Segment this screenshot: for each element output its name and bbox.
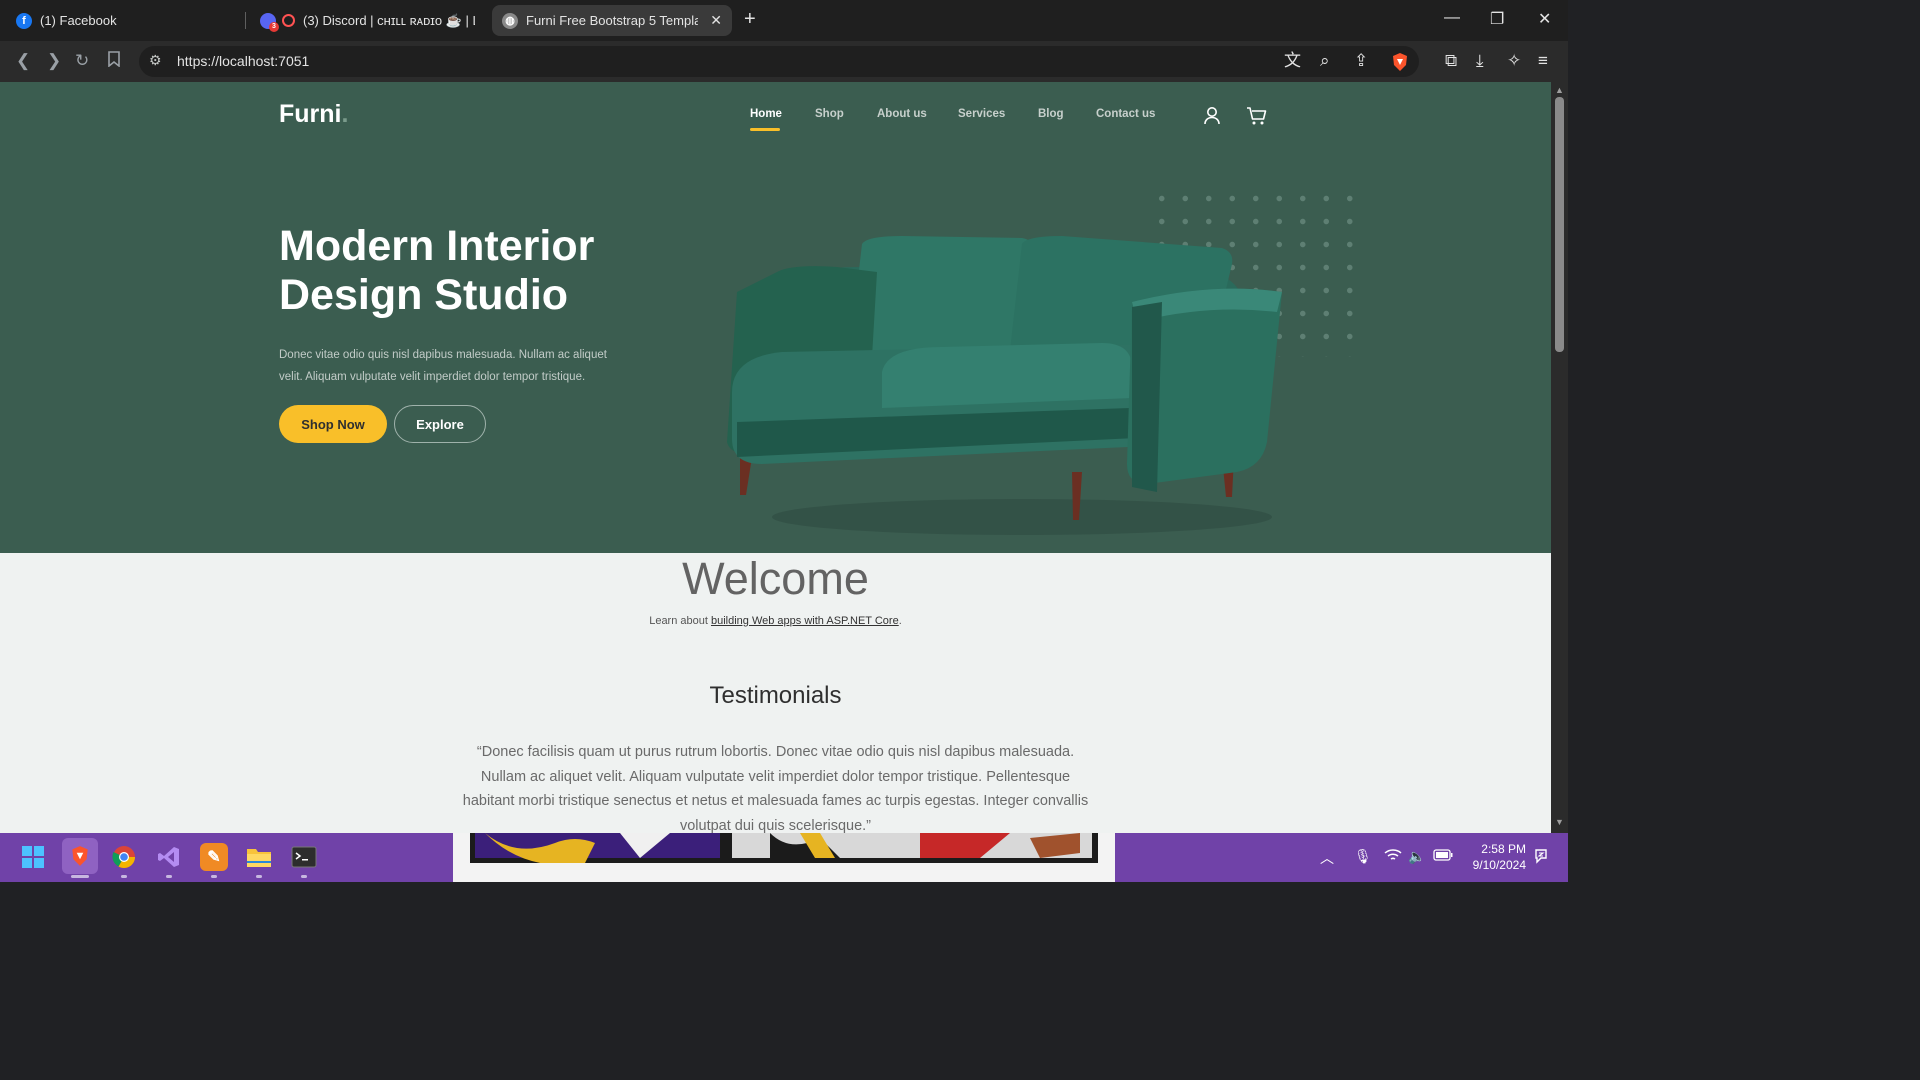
brave-icon[interactable] xyxy=(62,838,98,874)
taskbar-thumbnail-preview xyxy=(453,833,1115,882)
new-tab-button[interactable]: + xyxy=(744,8,756,31)
app-indicator xyxy=(256,875,262,878)
nav-about[interactable]: About us xyxy=(877,108,927,120)
volume-icon[interactable]: 🔈 xyxy=(1408,848,1425,865)
site-settings-icon[interactable]: ⚙ xyxy=(149,52,162,69)
testimonial-quote: “Donec facilisis quam ut purus rutrum lo… xyxy=(462,744,1089,833)
show-hidden-icons-icon[interactable]: ︿ xyxy=(1320,848,1334,868)
page-scrollbar[interactable]: ▲ ▼ xyxy=(1551,82,1568,833)
tab-title: (1) Facebook xyxy=(40,13,117,28)
pdf-app-icon[interactable]: ✎ xyxy=(200,843,228,871)
tab-divider xyxy=(245,12,246,29)
notifications-icon[interactable] xyxy=(1533,848,1549,867)
discord-icon: 3 xyxy=(260,12,279,32)
scrollbar-thumb[interactable] xyxy=(1555,97,1564,352)
windows-start-icon[interactable] xyxy=(19,843,47,871)
bookmark-icon[interactable] xyxy=(107,51,121,72)
microphone-icon[interactable]: 🎙 xyxy=(1354,848,1372,865)
visual-studio-icon[interactable] xyxy=(155,843,183,871)
nav-blog[interactable]: Blog xyxy=(1038,108,1064,120)
active-app-indicator xyxy=(71,875,89,878)
brave-shields-icon[interactable] xyxy=(1391,52,1409,77)
scroll-down-icon[interactable]: ▼ xyxy=(1555,817,1564,827)
menu-icon[interactable]: ≡ xyxy=(1538,51,1548,71)
share-icon[interactable]: ⇪ xyxy=(1354,51,1368,71)
minimize-button[interactable]: — xyxy=(1444,9,1460,27)
shop-now-button[interactable]: Shop Now xyxy=(279,405,387,443)
welcome-heading: Welcome xyxy=(682,553,869,604)
preview-artwork xyxy=(470,833,1098,863)
sofa-image xyxy=(727,236,1282,535)
zoom-icon[interactable]: ⌕ xyxy=(1320,51,1330,71)
leo-ai-icon[interactable]: ✧ xyxy=(1507,51,1521,71)
user-icon[interactable] xyxy=(1203,106,1223,126)
close-tab-icon[interactable]: ✕ xyxy=(710,12,722,29)
restore-button[interactable]: ❐ xyxy=(1490,9,1504,29)
nav-shop[interactable]: Shop xyxy=(815,108,844,120)
browser-tab-strip: f (1) Facebook 3 (3) Discord | ᴄʜɪʟʟ ʀᴀᴅ… xyxy=(0,0,1568,41)
nav-contact[interactable]: Contact us xyxy=(1096,108,1155,120)
chrome-icon[interactable] xyxy=(110,843,138,871)
back-icon[interactable]: ❮ xyxy=(16,51,30,71)
facebook-icon: f xyxy=(16,12,32,29)
app-indicator xyxy=(301,875,307,878)
testimonials-heading: Testimonials xyxy=(709,682,842,709)
active-nav-indicator xyxy=(750,128,780,131)
terminal-icon[interactable] xyxy=(290,843,318,871)
file-explorer-icon[interactable] xyxy=(245,843,273,871)
clock-date: 9/10/2024 xyxy=(1472,858,1526,872)
address-bar[interactable]: ⚙ https://localhost:7051 xyxy=(139,46,1419,77)
scroll-up-icon[interactable]: ▲ xyxy=(1555,85,1564,95)
app-indicator xyxy=(166,875,172,878)
tab-discord[interactable]: 3 (3) Discord | ᴄʜɪʟʟ ʀᴀᴅɪᴏ ☕ | Lig xyxy=(250,5,485,36)
learn-about-text: Learn about building Web apps with ASP.N… xyxy=(649,615,902,627)
close-window-button[interactable]: ✕ xyxy=(1538,9,1551,29)
tab-facebook[interactable]: f (1) Facebook xyxy=(6,5,236,36)
aspnet-core-link[interactable]: building Web apps with ASP.NET Core xyxy=(711,615,899,627)
cart-icon[interactable] xyxy=(1246,106,1267,126)
translate-icon[interactable]: 文 xyxy=(1284,51,1301,71)
app-indicator xyxy=(121,875,127,878)
hero-title: Modern Interior Design Studio xyxy=(279,222,595,319)
globe-icon: ◍ xyxy=(502,12,518,29)
tab-title: Furni Free Bootstrap 5 Templat xyxy=(526,13,698,28)
explore-button[interactable]: Explore xyxy=(394,405,486,443)
extensions-icon[interactable]: ⧉ xyxy=(1445,51,1457,71)
app-indicator xyxy=(211,875,217,878)
reload-icon[interactable]: ↻ xyxy=(75,51,89,71)
recording-icon xyxy=(282,14,295,27)
wifi-icon[interactable] xyxy=(1384,848,1402,865)
site-logo[interactable]: Furni. xyxy=(279,100,348,129)
notification-badge: 3 xyxy=(269,21,279,32)
hero-section: Furni. Home Shop About us Services Blog … xyxy=(0,82,1551,553)
download-icon[interactable]: ⤓ xyxy=(1476,51,1484,71)
nav-services[interactable]: Services xyxy=(958,108,1005,120)
tab-furni-active[interactable]: ◍ Furni Free Bootstrap 5 Templat ✕ xyxy=(492,5,732,36)
nav-home[interactable]: Home xyxy=(750,108,782,120)
browser-toolbar: ❮ ❯ ↻ ⚙ https://localhost:7051 文 ⌕ ⇪ ⧉ ⤓… xyxy=(0,41,1568,82)
page-viewport: Furni. Home Shop About us Services Blog … xyxy=(0,82,1551,833)
windows-taskbar: ✎ ︿ 🎙 🔈 2:58 PM 9/10/2024 xyxy=(0,833,1568,882)
tab-title: (3) Discord | ᴄʜɪʟʟ ʀᴀᴅɪᴏ ☕ | Lig xyxy=(303,12,475,28)
forward-icon[interactable]: ❯ xyxy=(47,51,61,71)
battery-icon[interactable] xyxy=(1433,848,1453,864)
url-text[interactable]: https://localhost:7051 xyxy=(177,53,309,69)
system-clock[interactable]: 2:58 PM 9/10/2024 xyxy=(1466,841,1526,873)
clock-time: 2:58 PM xyxy=(1481,842,1526,856)
hero-subtitle: Donec vitae odio quis nisl dapibus males… xyxy=(279,349,607,383)
